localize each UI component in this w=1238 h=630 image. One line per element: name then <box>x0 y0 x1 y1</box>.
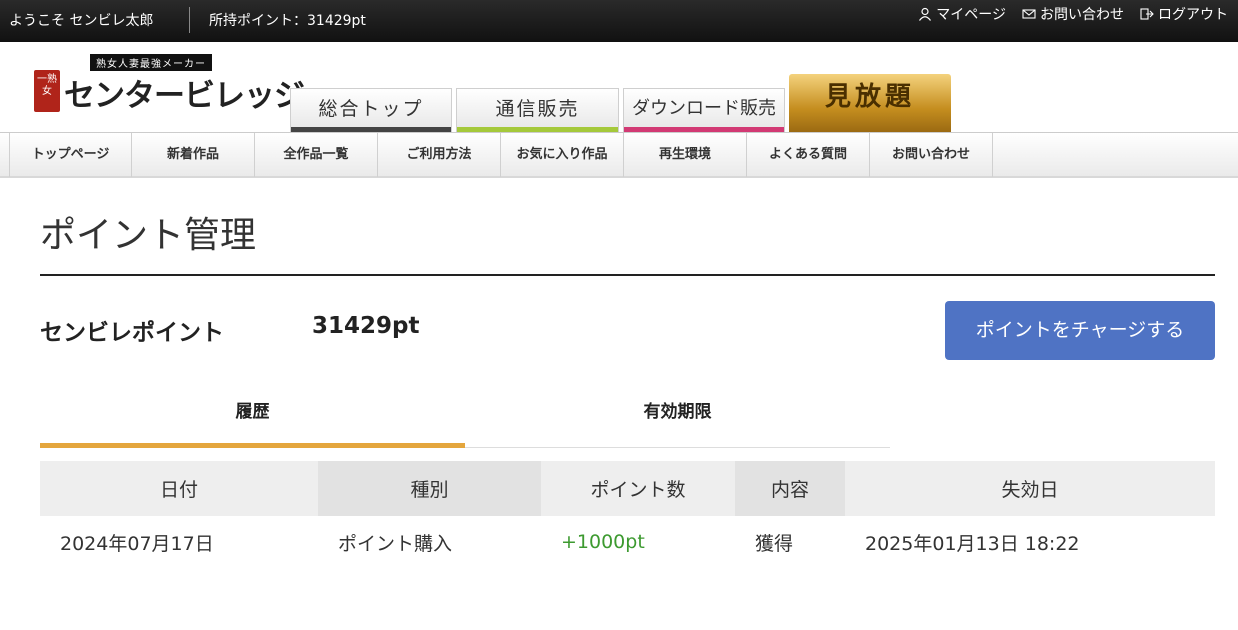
title-divider <box>40 274 1215 276</box>
nav-faq[interactable]: よくある質問 <box>747 133 870 177</box>
cell-expiry: 2025年01月13日 18:22 <box>865 532 1080 555</box>
nav-contact[interactable]: お問い合わせ <box>870 133 993 177</box>
tab-unlimited-label: 見放題 <box>824 82 915 112</box>
contact-label: お問い合わせ <box>1040 7 1124 23</box>
charge-points-button[interactable]: ポイントをチャージする <box>945 301 1215 360</box>
logo-emblem: 一熟女 <box>34 70 60 112</box>
tab-top[interactable]: 総合トップ <box>290 88 452 132</box>
header-date: 日付 <box>40 461 318 516</box>
page-title: ポイント管理 <box>40 215 257 256</box>
cell-points: +1000pt <box>561 531 645 553</box>
cell-type: ポイント購入 <box>338 532 453 555</box>
mypage-link[interactable]: マイページ <box>918 4 1006 24</box>
logo-name: センタービレッジ <box>64 78 305 114</box>
point-label: センビレポイント <box>40 320 224 346</box>
header-points: ポイント数 <box>541 461 735 516</box>
nav-top-page[interactable]: トップページ <box>9 133 132 177</box>
points-history-table: 日付 種別 ポイント数 内容 失効日 2024年07月17日 ポイント購入 +1… <box>40 461 1215 568</box>
table-header-row: 日付 種別 ポイント数 内容 失効日 <box>40 461 1215 516</box>
nav-new-releases[interactable]: 新着作品 <box>132 133 255 177</box>
tab-expiry[interactable]: 有効期限 <box>465 392 890 448</box>
contact-link[interactable]: お問い合わせ <box>1022 4 1124 24</box>
nav-favorites[interactable]: お気に入り作品 <box>501 133 624 177</box>
cell-content: 獲得 <box>755 532 794 555</box>
tab-top-label: 総合トップ <box>318 98 424 120</box>
cell-date: 2024年07月17日 <box>60 532 214 555</box>
site-logo[interactable]: 熟女人妻最強メーカー 一熟女 センタービレッジ <box>34 52 305 114</box>
mypage-label: マイページ <box>936 7 1006 23</box>
points-balance: 所持ポイント：31429pt <box>209 13 366 29</box>
tab-download-label: ダウンロード販売 <box>632 98 776 119</box>
header-content: 内容 <box>735 461 845 516</box>
header-expiry: 失効日 <box>845 461 1215 516</box>
point-value: 31429pt <box>312 313 420 339</box>
tab-unlimited[interactable]: 見放題 <box>789 74 951 132</box>
welcome-text: ようこそ センビレ太郎 <box>9 13 154 29</box>
nav-playback-env[interactable]: 再生環境 <box>624 133 747 177</box>
tab-mail-order-label: 通信販売 <box>495 98 580 120</box>
tab-download[interactable]: ダウンロード販売 <box>623 88 785 132</box>
tab-history[interactable]: 履歴 <box>40 392 465 448</box>
logout-label: ログアウト <box>1158 7 1228 23</box>
table-row: 2024年07月17日 ポイント購入 +1000pt 獲得 2025年01月13… <box>40 516 1215 568</box>
account-links: マイページ お問い合わせ ログアウト <box>918 4 1228 24</box>
nav-how-to-use[interactable]: ご利用方法 <box>378 133 501 177</box>
logout-icon <box>1140 8 1154 20</box>
top-bar: ようこそ センビレ太郎 所持ポイント：31429pt マイページ お問い合わせ … <box>0 0 1238 42</box>
main-nav: トップページ 新着作品 全作品一覧 ご利用方法 お気に入り作品 再生環境 よくあ… <box>0 132 1238 178</box>
tab-mail-order[interactable]: 通信販売 <box>456 88 619 132</box>
nav-all-works[interactable]: 全作品一覧 <box>255 133 378 177</box>
user-icon <box>919 7 932 21</box>
logo-tagline: 熟女人妻最強メーカー <box>90 54 212 71</box>
divider <box>189 7 190 33</box>
header-type: 種別 <box>318 461 541 516</box>
logout-link[interactable]: ログアウト <box>1140 4 1228 24</box>
mail-icon <box>1022 9 1036 19</box>
